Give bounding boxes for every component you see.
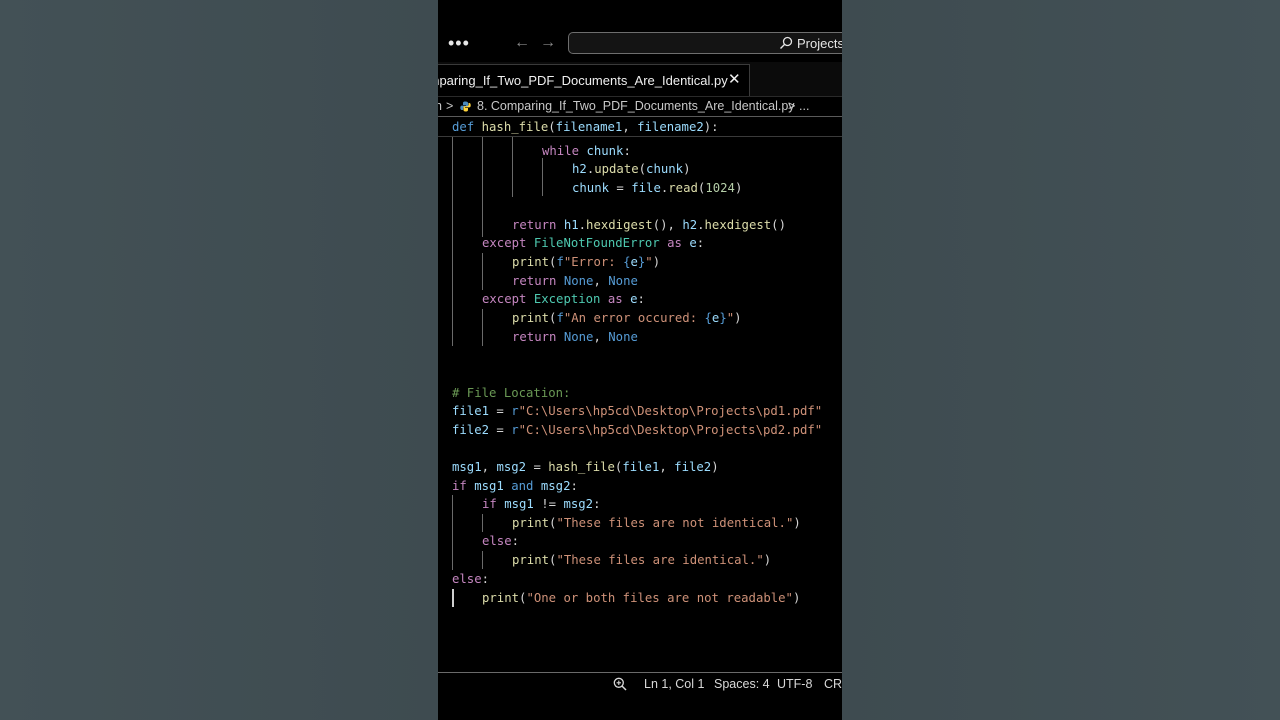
indent-guide bbox=[482, 514, 483, 532]
breadcrumb-folder[interactable]: n bbox=[438, 97, 442, 116]
indent-guide bbox=[482, 137, 483, 237]
code-line: h2.update(chunk) bbox=[572, 162, 691, 176]
code-line: chunk = file.read(1024) bbox=[572, 181, 743, 195]
search-label: Projects bbox=[797, 36, 842, 51]
code-line: if msg1 and msg2: bbox=[452, 479, 578, 493]
forward-arrow-icon[interactable]: → bbox=[540, 34, 556, 52]
code-line: else: bbox=[482, 534, 520, 548]
breadcrumb-symbols[interactable]: ... bbox=[799, 97, 809, 116]
breadcrumb-file[interactable]: 8. Comparing_If_Two_PDF_Documents_Are_Id… bbox=[477, 97, 795, 116]
code-line: msg1, msg2 = hash_file(file1, file2) bbox=[452, 460, 719, 474]
background-right bbox=[842, 0, 1280, 720]
encoding-setting[interactable]: UTF-8 bbox=[777, 673, 812, 695]
indent-guide bbox=[482, 551, 483, 569]
code-line: def hash_file(filename1, filename2): bbox=[452, 120, 719, 134]
python-file-icon bbox=[460, 101, 471, 112]
indent-guide bbox=[542, 158, 543, 196]
indent-guide bbox=[482, 253, 483, 290]
code-comment: # File Location: bbox=[452, 386, 571, 400]
title-bar: ••• ← → Projects bbox=[438, 0, 842, 62]
tab-bar: Comparing_If_Two_PDF_Documents_Are_Ident… bbox=[438, 62, 842, 97]
more-icon[interactable]: ••• bbox=[448, 34, 470, 52]
status-bar: Ln 1, Col 1 Spaces: 4 UTF-8 CRL bbox=[438, 672, 842, 695]
code-line: except Exception as e: bbox=[482, 292, 645, 306]
code-line: print("These files are identical.") bbox=[512, 553, 772, 567]
code-line: else: bbox=[452, 572, 490, 586]
eol-setting[interactable]: CRL bbox=[824, 673, 842, 695]
code-line: print(f"Error: {e}") bbox=[512, 255, 661, 269]
background-left bbox=[0, 0, 438, 720]
code-line: file2 = r"C:\Users\hp5cd\Desktop\Project… bbox=[452, 423, 823, 437]
text-cursor bbox=[452, 589, 454, 607]
breadcrumb-separator: > bbox=[788, 99, 796, 113]
code-line: print("One or both files are not readabl… bbox=[482, 591, 801, 605]
command-center-search[interactable]: Projects bbox=[568, 32, 842, 54]
code-line: return h1.hexdigest(), h2.hexdigest() bbox=[512, 218, 786, 232]
zoom-icon[interactable] bbox=[613, 677, 627, 691]
close-icon[interactable]: ✕ bbox=[728, 71, 741, 89]
indent-guide bbox=[452, 495, 453, 570]
tab-label: Comparing_If_Two_PDF_Documents_Are_Ident… bbox=[438, 73, 728, 88]
code-line: return None, None bbox=[512, 274, 638, 288]
indent-guide bbox=[512, 137, 513, 197]
code-line: while chunk: bbox=[542, 144, 631, 158]
indent-guide bbox=[482, 309, 483, 346]
sticky-scroll-header[interactable]: def hash_file(filename1, filename2): bbox=[438, 117, 842, 137]
back-arrow-icon[interactable]: ← bbox=[514, 34, 530, 52]
code-line: if msg1 != msg2: bbox=[482, 497, 601, 511]
breadcrumb: n > 8. Comparing_If_Two_PDF_Documents_Ar… bbox=[438, 97, 842, 117]
editor-tab-active[interactable]: Comparing_If_Two_PDF_Documents_Are_Ident… bbox=[438, 64, 750, 96]
editor-window: ••• ← → Projects Comparing_If_Two_PDF_Do… bbox=[438, 0, 842, 720]
code-editor[interactable]: def hash_file(filename1, filename2): whi… bbox=[438, 117, 842, 672]
indent-guide bbox=[452, 137, 453, 346]
breadcrumb-separator: > bbox=[446, 99, 454, 113]
code-line: except FileNotFoundError as e: bbox=[482, 236, 705, 250]
indentation-setting[interactable]: Spaces: 4 bbox=[714, 673, 770, 695]
code-line: return None, None bbox=[512, 330, 638, 344]
code-line: file1 = r"C:\Users\hp5cd\Desktop\Project… bbox=[452, 404, 823, 418]
code-line: print("These files are not identical.") bbox=[512, 516, 801, 530]
bottom-strip bbox=[438, 694, 842, 720]
code-line: print(f"An error occured: {e}") bbox=[512, 311, 742, 325]
cursor-position[interactable]: Ln 1, Col 1 bbox=[644, 673, 704, 695]
search-icon bbox=[780, 36, 793, 49]
